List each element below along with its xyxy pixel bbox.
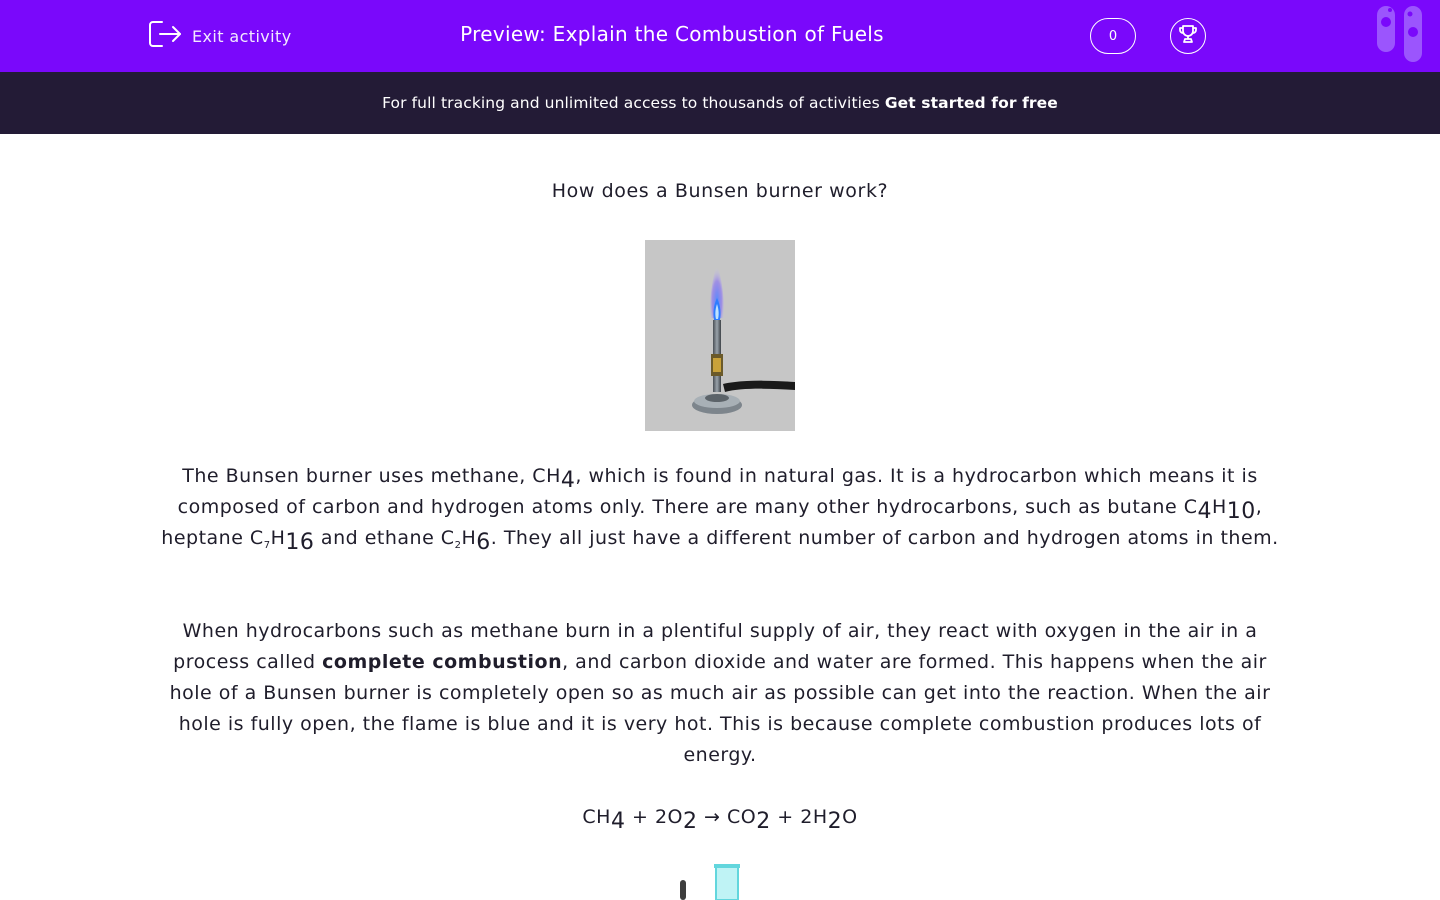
eq-part: → CO: [697, 806, 757, 828]
chemical-equation: CH4 + 2O2 → CO2 + 2H2O: [150, 802, 1290, 833]
banner-text: For full tracking and unlimited access t…: [382, 94, 880, 112]
text-run: H: [1211, 496, 1227, 518]
test-tube-image: [672, 864, 752, 900]
subscript: 4: [610, 809, 626, 834]
subscript: 16: [285, 530, 315, 555]
subscript: 7: [263, 540, 271, 551]
eq-part: + 2H: [770, 806, 828, 828]
text-run: H: [461, 527, 477, 549]
subscript: 2: [827, 809, 843, 834]
test-tubes-logo: [1376, 4, 1426, 64]
subscript: 4: [1197, 499, 1212, 524]
text-run: and ethane C: [314, 527, 455, 549]
top-bar: Exit activity Preview: Explain the Combu…: [0, 0, 1440, 72]
signup-banner: For full tracking and unlimited access t…: [0, 72, 1440, 134]
bold-term: complete combustion: [322, 651, 563, 673]
subscript: 10: [1226, 499, 1256, 524]
eq-part: O: [842, 806, 858, 828]
subscript: 2: [756, 809, 771, 834]
trophy-icon: [1177, 23, 1199, 49]
eq-part: + 2O: [625, 806, 684, 828]
page-title: Preview: Explain the Combustion of Fuels: [460, 22, 884, 46]
subscript: 6: [476, 530, 491, 555]
score-value: 0: [1108, 28, 1118, 44]
question-heading: How does a Bunsen burner work?: [551, 180, 889, 202]
subscript: 2: [683, 809, 698, 834]
paragraph-complete-combustion: When hydrocarbons such as methane burn i…: [150, 616, 1290, 771]
subscript: 4: [560, 468, 576, 493]
get-started-link[interactable]: Get started for free: [885, 94, 1058, 112]
text-run: . They all just have a different number …: [490, 527, 1279, 549]
eq-part: CH: [582, 806, 611, 828]
score-badge: 0: [1090, 18, 1136, 54]
text-run: H: [270, 527, 286, 549]
paragraph-hydrocarbons: The Bunsen burner uses methane, CH4, whi…: [150, 461, 1290, 554]
bunsen-burner-image: [645, 240, 795, 431]
trophy-button[interactable]: [1170, 18, 1206, 54]
text-run: The Bunsen burner uses methane, CH: [182, 465, 561, 487]
